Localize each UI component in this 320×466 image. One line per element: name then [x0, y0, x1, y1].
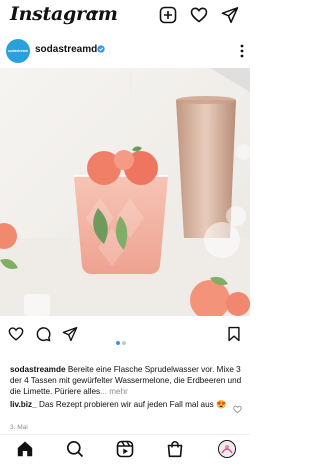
shop-icon[interactable]	[166, 440, 184, 458]
instagram-logo[interactable]: Instagram	[10, 3, 118, 25]
share-icon[interactable]	[62, 326, 78, 342]
caption-username[interactable]: sodastreamde	[10, 365, 66, 374]
carousel-indicator	[116, 332, 128, 350]
comment-text: Das Rezept probieren wir auf jeden Fall …	[38, 400, 227, 409]
add-post-icon[interactable]	[159, 6, 177, 24]
post-image[interactable]	[0, 68, 250, 316]
comment-icon[interactable]	[35, 326, 51, 342]
top-bar: Instagram	[0, 0, 250, 30]
verified-badge-icon	[97, 45, 105, 53]
profile-avatar-image	[219, 441, 235, 457]
home-icon[interactable]	[16, 440, 34, 458]
post-caption: sodastreamde Bereite eine Flasche Sprude…	[10, 364, 242, 397]
more-options-icon[interactable]	[240, 44, 244, 58]
carousel-dot-active	[116, 341, 120, 345]
avatar-logo-text: sodastream	[7, 49, 29, 53]
post-header: sodastream sodastreamde	[0, 38, 250, 66]
direct-message-icon[interactable]	[221, 6, 239, 24]
post-username[interactable]: sodastreamde	[35, 44, 103, 55]
comment-item: liv.biz_ Das Rezept probieren wir auf je…	[10, 399, 232, 410]
post-photo	[0, 68, 250, 316]
chevron-down-icon[interactable]	[90, 10, 99, 16]
bottom-nav	[0, 434, 250, 466]
search-icon[interactable]	[66, 440, 84, 458]
reels-icon[interactable]	[116, 440, 134, 458]
comment-like-icon[interactable]	[233, 405, 242, 414]
more-link[interactable]: ... mehr	[100, 387, 128, 396]
comment-username[interactable]: liv.biz_	[10, 400, 37, 409]
heart-icon[interactable]	[190, 6, 208, 24]
bookmark-icon[interactable]	[226, 326, 242, 342]
carousel-dot	[122, 341, 126, 345]
avatar[interactable]: sodastream	[6, 39, 30, 63]
profile-avatar[interactable]	[218, 440, 236, 458]
like-icon[interactable]	[8, 326, 24, 342]
post-date: 3. Mai	[10, 424, 28, 431]
